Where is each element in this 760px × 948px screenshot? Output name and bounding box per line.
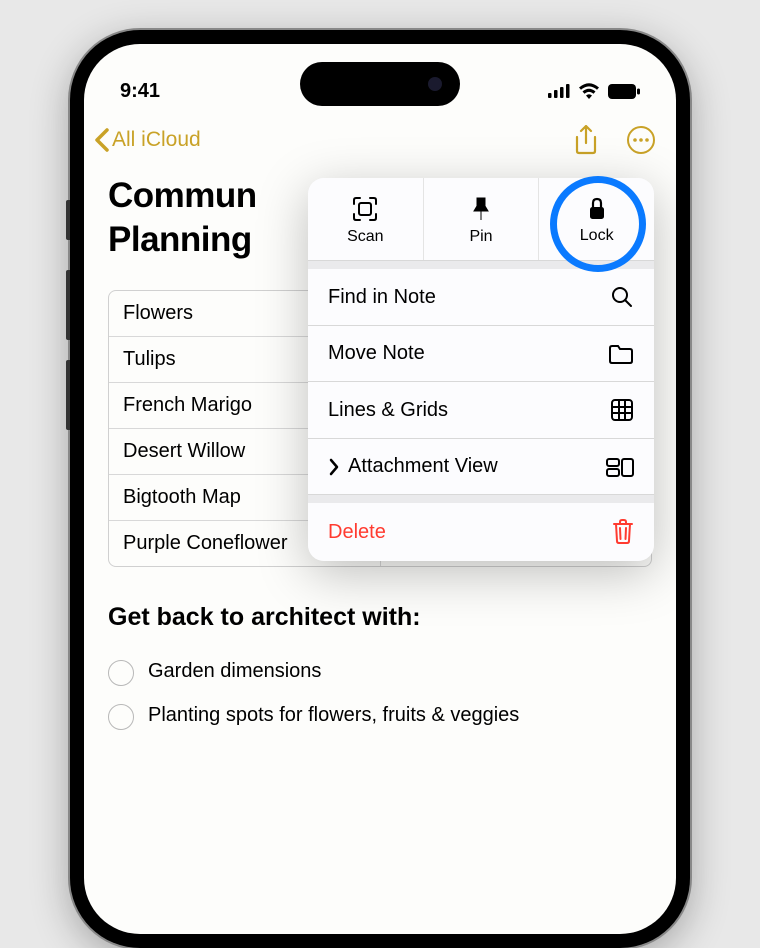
menu-item-label: Delete bbox=[328, 521, 386, 544]
volume-up-button bbox=[66, 270, 70, 340]
back-label: All iCloud bbox=[112, 128, 201, 152]
chevron-left-icon bbox=[94, 128, 110, 152]
menu-item-label: Move Note bbox=[328, 342, 425, 365]
nav-bar: All iCloud bbox=[84, 114, 676, 166]
more-icon[interactable] bbox=[626, 125, 656, 155]
grid-icon bbox=[610, 398, 634, 422]
side-button bbox=[66, 200, 70, 240]
checklist-text[interactable]: Garden dimensions bbox=[148, 658, 321, 685]
dynamic-island bbox=[300, 62, 460, 106]
status-time: 9:41 bbox=[120, 80, 160, 103]
wifi-icon bbox=[578, 83, 600, 99]
trash-icon bbox=[612, 519, 634, 545]
move-note-item[interactable]: Move Note bbox=[308, 326, 654, 382]
checkbox-empty-icon[interactable] bbox=[108, 660, 134, 686]
divider bbox=[308, 261, 654, 269]
pin-icon bbox=[471, 196, 491, 222]
checklist-item[interactable]: Planting spots for flowers, fruits & veg… bbox=[108, 694, 652, 738]
lock-icon bbox=[587, 197, 607, 221]
checklist-text[interactable]: Planting spots for flowers, fruits & veg… bbox=[148, 702, 519, 729]
delete-item[interactable]: Delete bbox=[308, 503, 654, 561]
status-indicators bbox=[548, 83, 640, 99]
chevron-right-icon bbox=[328, 458, 340, 476]
divider bbox=[308, 495, 654, 503]
menu-item-label: Lines & Grids bbox=[328, 399, 448, 422]
share-icon[interactable] bbox=[574, 125, 598, 155]
find-in-note-item[interactable]: Find in Note bbox=[308, 269, 654, 326]
section-heading[interactable]: Get back to architect with: bbox=[108, 603, 652, 632]
back-button[interactable]: All iCloud bbox=[94, 128, 201, 152]
attachment-view-item[interactable]: Attachment View bbox=[308, 439, 654, 495]
volume-down-button bbox=[66, 360, 70, 430]
checklist-item[interactable]: Garden dimensions bbox=[108, 650, 652, 694]
search-icon bbox=[610, 285, 634, 309]
menu-item-label: Attachment View bbox=[348, 455, 498, 478]
folder-icon bbox=[608, 343, 634, 365]
popover-top-actions: Scan Pin Lock bbox=[308, 178, 654, 261]
scan-icon bbox=[352, 196, 378, 222]
scan-label: Scan bbox=[347, 228, 383, 246]
menu-item-label: Find in Note bbox=[328, 286, 436, 309]
lines-grids-item[interactable]: Lines & Grids bbox=[308, 382, 654, 439]
attachment-view-icon bbox=[606, 457, 634, 477]
lock-label: Lock bbox=[580, 227, 614, 245]
popover-menu-list: Find in Note Move Note Lines & Grids Att… bbox=[308, 269, 654, 561]
battery-icon bbox=[608, 84, 640, 99]
context-menu-popover: Scan Pin Lock Find in Note Move No bbox=[308, 178, 654, 561]
cellular-icon bbox=[548, 84, 570, 98]
scan-button[interactable]: Scan bbox=[308, 178, 424, 260]
pin-label: Pin bbox=[469, 228, 492, 246]
phone-frame: 9:41 All iCloud Commun Planning bbox=[70, 30, 690, 948]
lock-button[interactable]: Lock bbox=[539, 178, 654, 260]
screen: 9:41 All iCloud Commun Planning bbox=[84, 44, 676, 934]
pin-button[interactable]: Pin bbox=[424, 178, 540, 260]
checkbox-empty-icon[interactable] bbox=[108, 704, 134, 730]
